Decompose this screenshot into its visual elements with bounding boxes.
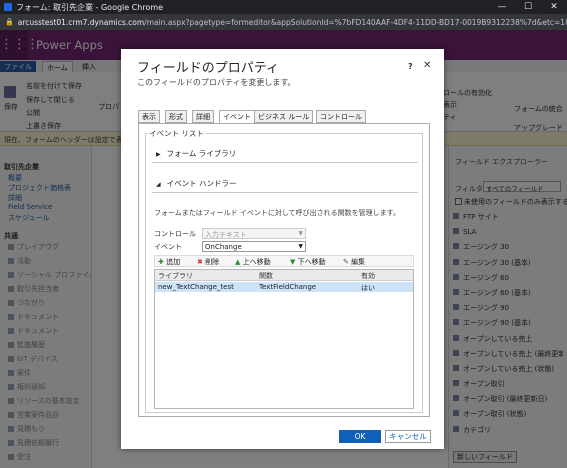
- arrow-up-icon: ▲: [235, 258, 241, 266]
- tab-details[interactable]: 詳細: [192, 110, 214, 123]
- edit-button[interactable]: ✎ 編集: [343, 257, 365, 267]
- control-value: 入力テキスト: [205, 231, 247, 239]
- lock-icon: 🔒: [5, 18, 14, 26]
- close-window-button[interactable]: ✕: [541, 0, 567, 14]
- move-down-button[interactable]: ▼ 下へ移動: [290, 257, 326, 267]
- handler-grid: ライブラリ 関数 有効 new_TextChange_test TextFiel…: [154, 269, 414, 409]
- column-header-enabled[interactable]: 有効: [361, 271, 375, 281]
- close-icon[interactable]: ✕: [423, 60, 431, 71]
- address-bar[interactable]: 🔒 arcusstest01.crm7.dynamics.com /main.a…: [0, 14, 567, 30]
- event-select[interactable]: OnChange ▼: [202, 241, 306, 252]
- event-list-group: ▶ フォーム ライブラリ ◢ イベント ハンドラー フォームまたはフィールド イベン…: [145, 133, 423, 413]
- collapse-icon: ◢: [156, 181, 161, 188]
- dialog-title: フィールドのプロパティ: [137, 61, 279, 76]
- section-divider: [152, 162, 418, 163]
- ok-button[interactable]: OK: [339, 430, 381, 443]
- cancel-button[interactable]: キャンセル: [385, 430, 431, 443]
- app-favicon-icon: [4, 3, 12, 11]
- add-button[interactable]: ✚ 追加: [158, 257, 180, 267]
- column-header-library[interactable]: ライブラリ: [158, 271, 193, 281]
- delete-button[interactable]: ✖ 削除: [197, 257, 219, 267]
- event-handler-section[interactable]: ◢ イベント ハンドラー: [156, 178, 237, 189]
- maximize-button[interactable]: ☐: [515, 0, 541, 14]
- control-select: 入力テキスト ▼: [202, 228, 306, 239]
- events-tab-panel: ▶ フォーム ライブラリ ◢ イベント ハンドラー フォームまたはフィールド イベン…: [138, 123, 430, 417]
- move-up-label: 上へ移動: [242, 258, 271, 266]
- delete-icon: ✖: [197, 258, 203, 266]
- expand-icon: ▶: [156, 151, 161, 158]
- edit-icon: ✎: [343, 258, 349, 266]
- column-header-function[interactable]: 関数: [259, 271, 273, 281]
- event-value: OnChange: [205, 243, 242, 251]
- control-label: コントロール: [154, 230, 196, 238]
- move-up-button[interactable]: ▲ 上へ移動: [235, 257, 271, 267]
- dialog-subtitle: このフィールドのプロパティを変更します。: [137, 78, 296, 87]
- cell-library: new_TextChange_test: [158, 283, 234, 291]
- handler-toolbar: ✚ 追加 ✖ 削除 ▲ 上へ移動 ▼ 下へ移動 ✎ 編集: [154, 255, 414, 267]
- tab-format[interactable]: 形式: [165, 110, 187, 123]
- edit-label: 編集: [351, 258, 366, 266]
- cell-enabled: はい: [361, 284, 375, 292]
- arrow-down-icon: ▼: [290, 258, 296, 266]
- chevron-down-icon: ▼: [298, 243, 303, 250]
- tab-events[interactable]: イベント: [219, 110, 255, 123]
- section-divider: [152, 192, 418, 193]
- plus-icon: ✚: [158, 258, 164, 266]
- form-library-section[interactable]: ▶ フォーム ライブラリ: [156, 148, 236, 159]
- field-properties-dialog: フィールドのプロパティ このフィールドのプロパティを変更します。 ? ✕ 表示 …: [121, 49, 444, 449]
- window-titlebar: フォーム: 取引先企業 - Google Chrome — ☐ ✕: [0, 0, 567, 14]
- tab-display[interactable]: 表示: [138, 110, 160, 123]
- url-path: /main.aspx?pagetype=formeditor&appSoluti…: [144, 17, 567, 27]
- event-handler-label: イベント ハンドラー: [166, 179, 237, 188]
- url-host: arcusstest01.crm7.dynamics.com: [17, 17, 145, 27]
- event-label: イベント: [154, 243, 182, 251]
- add-label: 追加: [166, 258, 181, 266]
- form-library-label: フォーム ライブラリ: [166, 149, 237, 158]
- grid-header: ライブラリ 関数 有効: [155, 270, 413, 281]
- cell-function: TextFieldChange: [259, 283, 317, 291]
- tab-controls[interactable]: コントロール: [316, 110, 366, 123]
- event-list-legend: イベント リスト: [147, 128, 206, 139]
- delete-label: 削除: [205, 258, 220, 266]
- window-title: フォーム: 取引先企業 - Google Chrome: [16, 2, 164, 12]
- event-handler-description: フォームまたはフィールド イベントに対して呼び出される関数を管理します。: [154, 209, 400, 217]
- tab-business-rules[interactable]: ビジネス ルール: [254, 110, 314, 123]
- help-icon[interactable]: ?: [408, 62, 413, 71]
- move-down-label: 下へ移動: [297, 258, 326, 266]
- chevron-down-icon: ▼: [298, 230, 303, 237]
- minimize-button[interactable]: —: [489, 0, 515, 14]
- table-row[interactable]: new_TextChange_test TextFieldChange はい: [155, 282, 413, 292]
